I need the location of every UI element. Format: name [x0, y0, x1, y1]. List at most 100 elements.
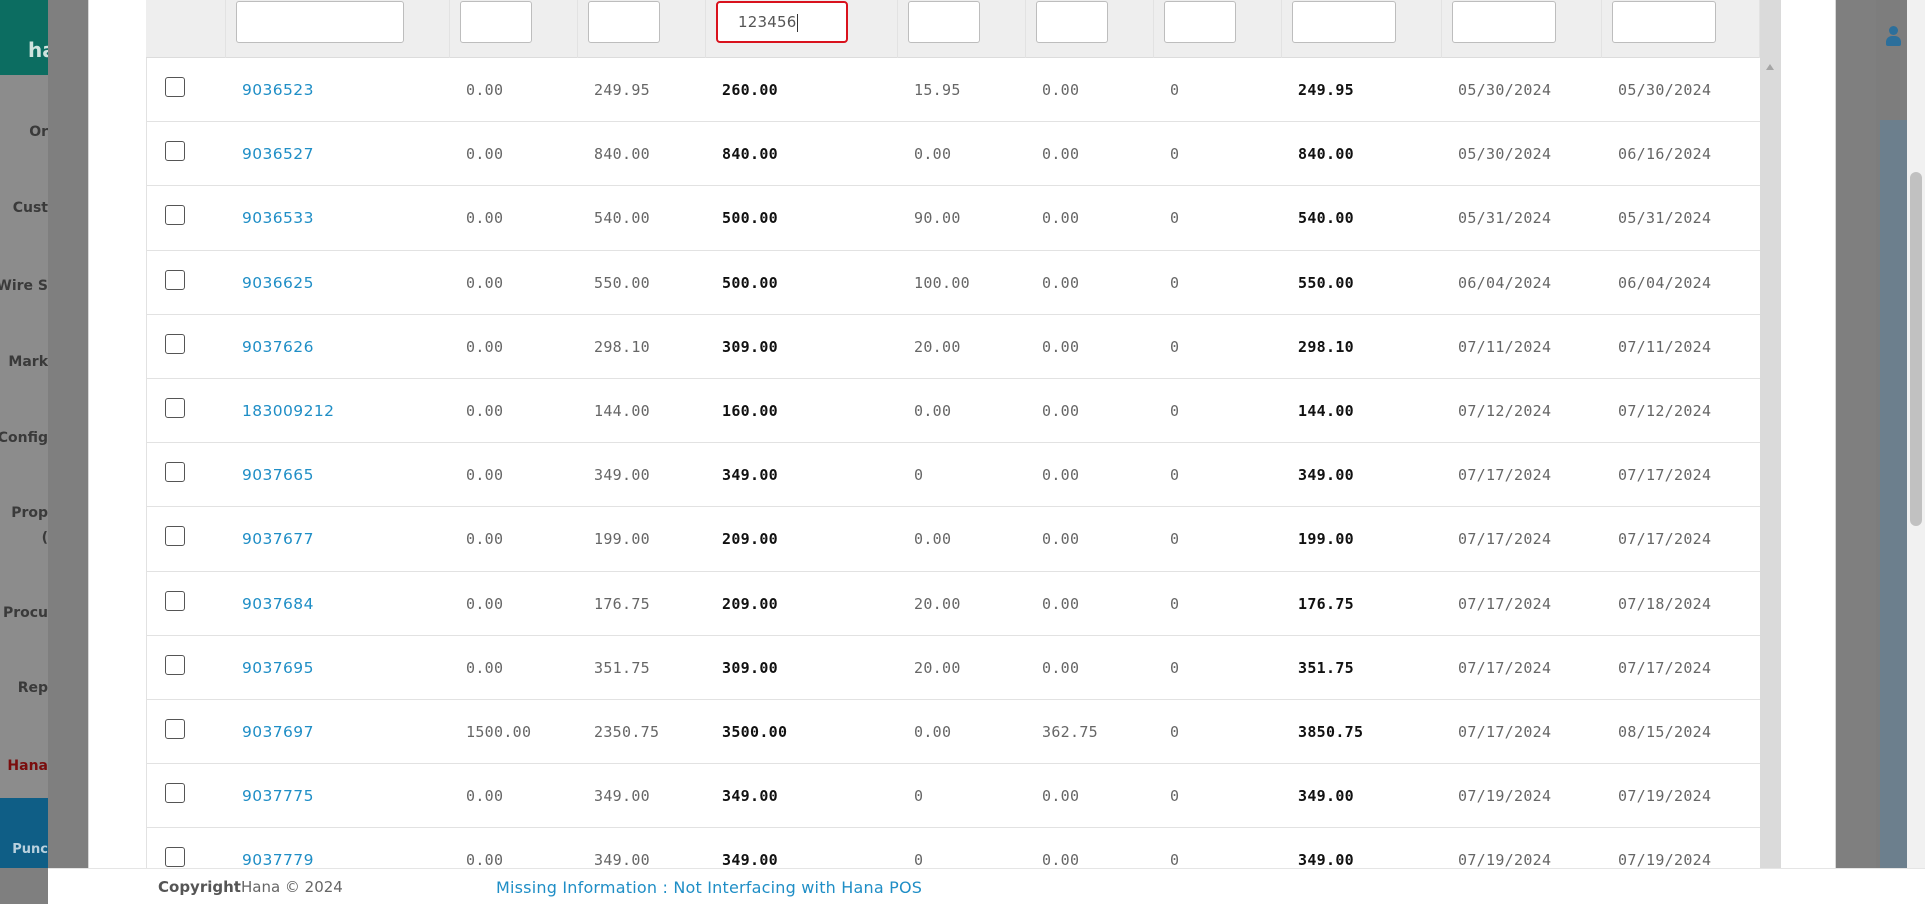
cell-col-2: 349.00	[594, 851, 650, 868]
scroll-up-arrow-icon[interactable]	[1766, 64, 1774, 70]
row-checkbox[interactable]	[165, 590, 185, 611]
table-row: 9036625 0.00 550.00 500.00 100.00 0.00 0 550.00…	[147, 251, 1760, 315]
row-checkbox[interactable]	[165, 205, 185, 226]
page-scrollbar-thumb[interactable]	[1910, 172, 1922, 526]
cell-date-2: 07/17/2024	[1618, 466, 1712, 485]
row-checkbox[interactable]	[165, 847, 185, 868]
filter-input-col-5[interactable]	[1036, 1, 1108, 43]
cell-date-2: 07/17/2024	[1618, 658, 1712, 677]
footer: CopyrightHana © 2024 Missing Information…	[48, 868, 1925, 904]
row-checkbox[interactable]	[165, 526, 185, 547]
table-row: 9037684 0.00 176.75 209.00 20.00 0.00 0 176.75 0…	[147, 572, 1760, 636]
cell-date-2: 06/16/2024	[1618, 145, 1712, 164]
cell-col-5: 0.00	[1042, 337, 1080, 356]
cell-order-id[interactable]: 9036533	[242, 186, 314, 250]
cell-order-id[interactable]: 9036527	[242, 122, 314, 186]
filter-input-col-3[interactable]: 123456	[716, 1, 848, 43]
cell-col-6: 0	[1170, 851, 1180, 868]
cell-col-4: 0	[914, 466, 924, 485]
filter-input-col-7[interactable]	[1292, 1, 1396, 43]
filter-input-col-4[interactable]	[908, 1, 980, 43]
cell-col-5: 0.00	[1042, 145, 1080, 164]
filter-input-date-1[interactable]	[1452, 1, 1556, 43]
background-nav-label: Procu	[2, 605, 48, 621]
background-nav-item: Prop	[0, 505, 48, 521]
row-checkbox[interactable]	[165, 397, 185, 418]
filter-input-date-2[interactable]	[1612, 1, 1716, 43]
cell-date-1: 05/30/2024	[1458, 145, 1552, 164]
cell-col-3: 840.00	[722, 145, 778, 164]
filter-cell	[146, 0, 226, 58]
table-body: 9036523 0.00 249.95 260.00 15.95 0.00 0 249.95 0…	[146, 58, 1760, 868]
filter-input-order-id[interactable]	[236, 1, 404, 43]
cell-col-2: 351.75	[594, 658, 650, 677]
page-scrollbar[interactable]	[1907, 0, 1925, 868]
cell-order-id[interactable]: 183009212	[242, 379, 334, 443]
cell-col-2: 298.10	[594, 337, 650, 356]
row-checkbox[interactable]	[165, 718, 185, 739]
cell-col-5: 0.00	[1042, 530, 1080, 549]
row-checkbox[interactable]	[165, 462, 185, 483]
cell-col-7: 144.00	[1298, 401, 1354, 420]
cell-col-3: 349.00	[722, 851, 778, 868]
cell-col-2: 349.00	[594, 787, 650, 806]
cell-col-4: 90.00	[914, 209, 961, 228]
table-row: 9036533 0.00 540.00 500.00 90.00 0.00 0 540.00 0…	[147, 186, 1760, 251]
cell-col-1: 0.00	[466, 81, 504, 99]
row-checkbox[interactable]	[165, 141, 185, 162]
cell-order-id[interactable]: 9037677	[242, 507, 314, 571]
cell-order-id[interactable]: 9037626	[242, 315, 314, 379]
cell-col-1: 1500.00	[466, 722, 532, 741]
row-checkbox[interactable]	[165, 77, 185, 97]
cell-date-1: 07/17/2024	[1458, 594, 1552, 613]
table-row: 9037665 0.00 349.00 349.00 0 0.00 0 349.00 07/17…	[147, 443, 1760, 508]
table-scrollbar[interactable]	[1760, 0, 1781, 868]
cell-col-7: 349.00	[1298, 466, 1354, 485]
cell-date-1: 07/12/2024	[1458, 401, 1552, 420]
cell-col-6: 0	[1170, 658, 1180, 677]
cell-order-id[interactable]: 9037695	[242, 636, 314, 700]
cell-col-6: 0	[1170, 209, 1180, 228]
table-row: 9037695 0.00 351.75 309.00 20.00 0.00 0 351.75 0…	[147, 636, 1760, 700]
cell-date-1: 07/17/2024	[1458, 530, 1552, 549]
cell-col-6: 0	[1170, 530, 1180, 549]
background-nav-label: (	[41, 530, 48, 546]
cell-col-1: 0.00	[466, 401, 504, 420]
cell-col-2: 249.95	[594, 81, 650, 99]
cell-order-id[interactable]: 9036625	[242, 251, 314, 315]
row-checkbox[interactable]	[165, 654, 185, 675]
cell-col-3: 500.00	[722, 209, 778, 228]
row-checkbox[interactable]	[165, 783, 185, 804]
background-logo: ha	[0, 0, 48, 75]
background-nav-label: Rep	[17, 680, 48, 696]
cell-col-5: 0.00	[1042, 81, 1080, 99]
background-nav-item: Wire S	[0, 278, 48, 294]
cell-date-2: 07/17/2024	[1618, 530, 1712, 549]
cell-col-7: 298.10	[1298, 337, 1354, 356]
filter-input-col-6[interactable]	[1164, 1, 1236, 43]
cell-order-id[interactable]: 9037684	[242, 572, 314, 636]
cell-order-id[interactable]: 9037779	[242, 828, 314, 868]
modal-dialog: 123456 9036523 0.00 249.95 260.00 15.95 0.00 0…	[88, 0, 1836, 868]
cell-col-7: 351.75	[1298, 658, 1354, 677]
cell-date-1: 07/17/2024	[1458, 466, 1552, 485]
cell-col-3: 500.00	[722, 273, 778, 292]
cell-date-1: 07/17/2024	[1458, 658, 1552, 677]
cell-order-id[interactable]: 9037697	[242, 700, 314, 764]
cell-order-id[interactable]: 9037775	[242, 764, 314, 828]
copyright-label: Copyright	[158, 878, 241, 896]
cell-col-6: 0	[1170, 145, 1180, 164]
row-checkbox[interactable]	[165, 269, 185, 290]
cell-order-id[interactable]: 9036523	[242, 58, 314, 122]
cell-order-id[interactable]: 9037665	[242, 443, 314, 507]
row-checkbox[interactable]	[165, 333, 185, 354]
cell-col-4: 20.00	[914, 658, 961, 677]
footer-message[interactable]: Missing Information : Not Interfacing wi…	[496, 878, 922, 897]
filter-input-col-1[interactable]	[460, 1, 532, 43]
cell-col-6: 0	[1170, 273, 1180, 292]
table-row: 9036527 0.00 840.00 840.00 0.00 0.00 0 840.00 05…	[147, 122, 1760, 187]
table-row: 183009212 0.00 144.00 160.00 0.00 0.00 0 144.00…	[147, 379, 1760, 444]
filter-input-col-2[interactable]	[588, 1, 660, 43]
cell-col-5: 0.00	[1042, 209, 1080, 228]
cell-date-1: 07/19/2024	[1458, 851, 1552, 868]
